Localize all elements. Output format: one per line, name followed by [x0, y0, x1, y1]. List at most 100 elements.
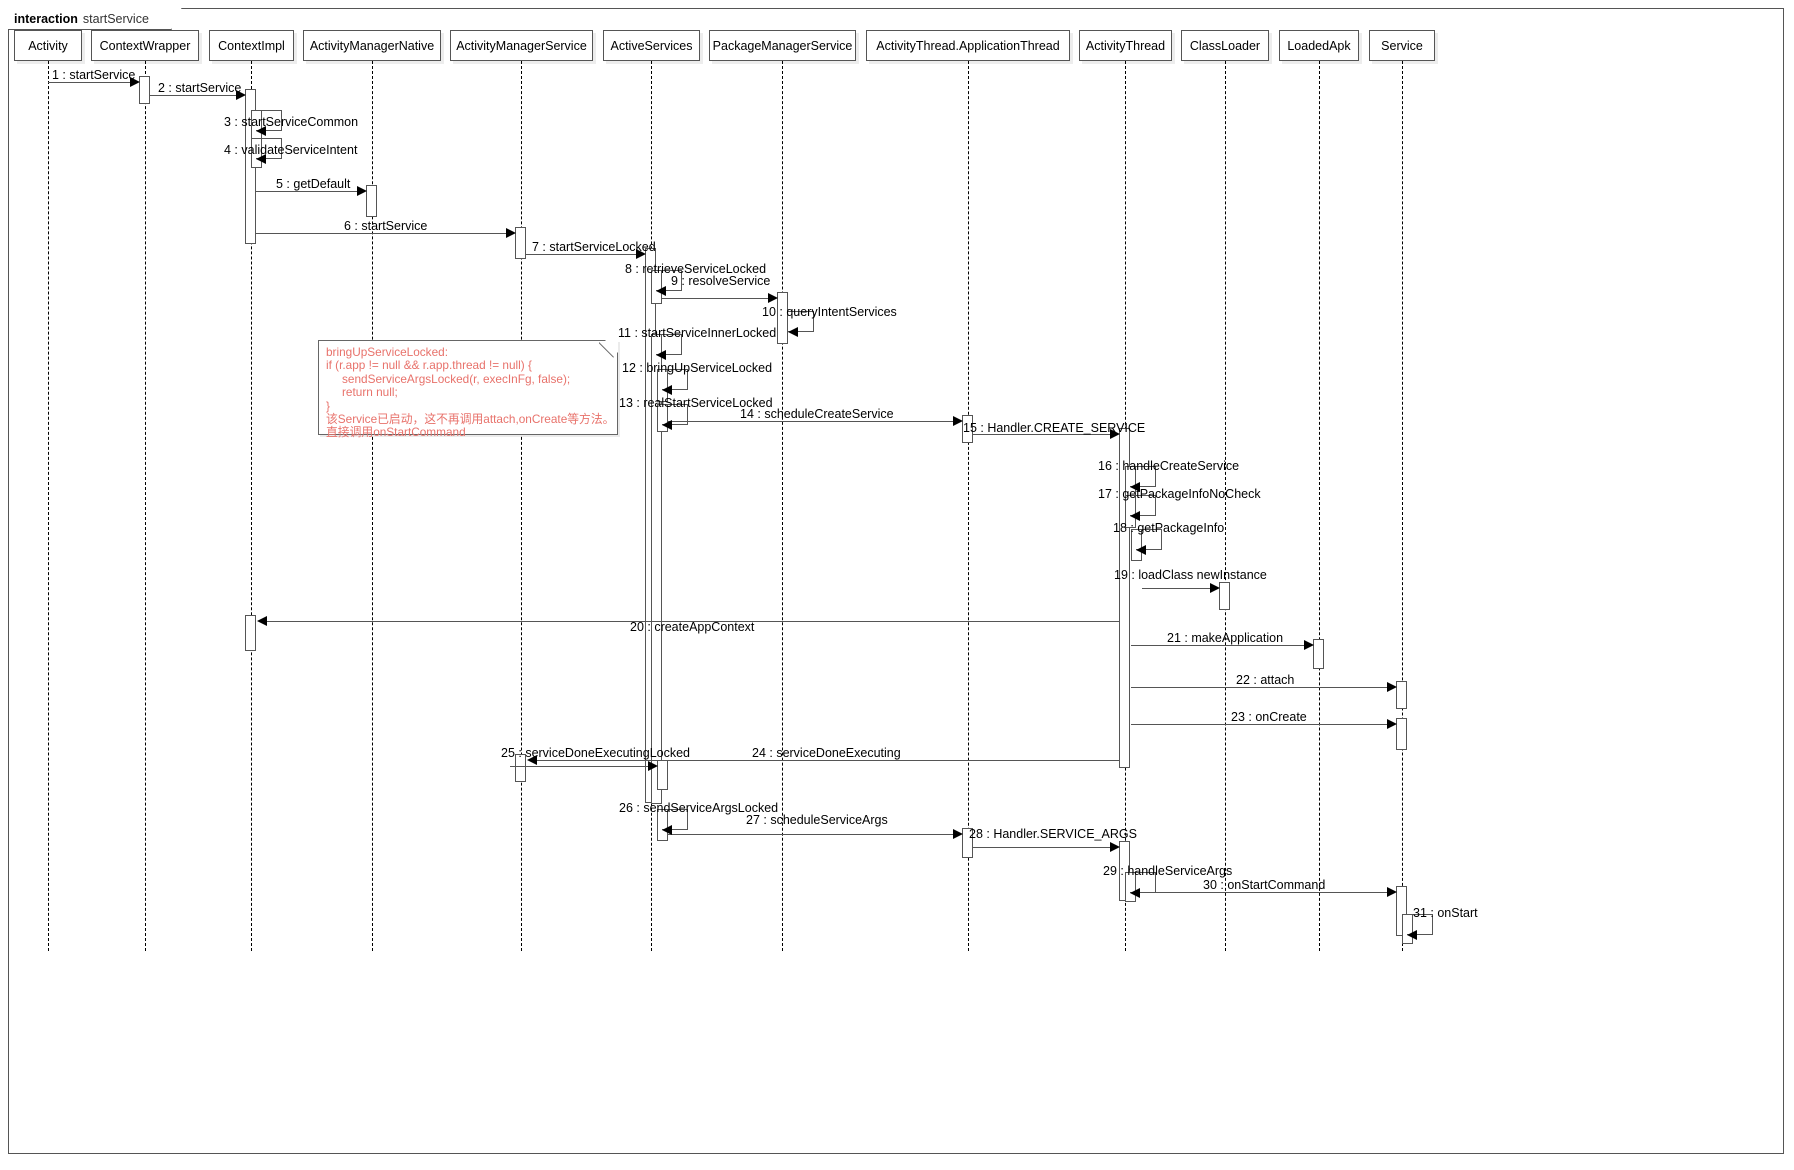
message-label-28: 28 : Handler.SERVICE_ARGS	[969, 827, 1137, 841]
message-line-19	[1142, 588, 1212, 589]
activation-bar	[1396, 681, 1407, 709]
message-label-24: 24 : serviceDoneExecuting	[752, 746, 901, 760]
participant-label: Activity	[28, 38, 68, 53]
message-arrow-11	[656, 350, 666, 360]
lifeline-activity	[48, 61, 49, 951]
message-arrow-23	[1387, 719, 1397, 729]
participant-label: ContextImpl	[218, 38, 285, 53]
frame-keyword: interaction	[14, 11, 78, 26]
activation-bar	[366, 185, 377, 217]
activation-bar	[139, 76, 150, 104]
message-label-6: 6 : startService	[344, 219, 428, 233]
message-arrow-25	[648, 761, 658, 771]
note-line: return null;	[342, 385, 398, 400]
message-label-11: 11 : startServiceInnerLocked	[618, 326, 777, 340]
message-label-3: 3 : startServiceCommon	[224, 115, 359, 129]
message-arrow-12	[662, 385, 672, 395]
participant-activitymanagerservice[interactable]: ActivityManagerService	[450, 30, 593, 61]
participant-classloader[interactable]: ClassLoader	[1181, 30, 1269, 61]
message-label-5: 5 : getDefault	[276, 177, 351, 191]
participant-loadedapk[interactable]: LoadedApk	[1279, 30, 1359, 61]
lifeline-service	[1402, 61, 1403, 951]
message-arrow-21	[1304, 640, 1314, 650]
lifeline-loadedapk	[1319, 61, 1320, 951]
activation-bar	[1313, 639, 1324, 669]
participant-label: ClassLoader	[1189, 38, 1261, 53]
note-line: 该Service已启动，这不再调用attach,onCreate等方法。	[326, 412, 615, 427]
activation-bar	[1396, 718, 1407, 750]
participant-contextwrapper[interactable]: ContextWrapper	[91, 30, 199, 61]
participant-label: ActivityManagerNative	[309, 38, 435, 53]
participant-label: PackageManagerService	[712, 38, 853, 53]
participant-activitythread[interactable]: ActivityThread	[1079, 30, 1172, 61]
participant-label: ContextWrapper	[99, 38, 191, 53]
diagram-frame	[8, 8, 1784, 1154]
message-line-2	[150, 95, 238, 96]
message-label-18: 18 : getPackageInfo	[1113, 521, 1225, 535]
message-line-7	[526, 254, 638, 255]
participant-label: LoadedApk	[1287, 38, 1351, 53]
participant-activitymanagernative[interactable]: ActivityManagerNative	[303, 30, 441, 61]
message-arrow-28	[1110, 842, 1120, 852]
participant-label: ActiveServices	[610, 38, 693, 53]
participant-appthread[interactable]: ActivityThread.ApplicationThread	[866, 30, 1070, 61]
message-arrow-17	[1130, 511, 1140, 521]
participant-contextimpl[interactable]: ContextImpl	[209, 30, 294, 61]
message-label-22: 22 : attach	[1236, 673, 1295, 687]
message-label-31: 31 : onStart	[1413, 906, 1478, 920]
message-arrow-18	[1136, 545, 1146, 555]
message-arrow-10	[788, 327, 798, 337]
message-arrow-8	[656, 286, 666, 296]
activation-bar	[515, 227, 526, 259]
note-line: 直接调用onStartCommand	[326, 425, 466, 440]
message-arrow-31	[1407, 930, 1417, 940]
message-arrow-19	[1210, 583, 1220, 593]
note-line: if (r.app != null && r.app.thread != nul…	[326, 358, 532, 373]
message-label-19: 19 : loadClass newInstance	[1114, 568, 1267, 582]
message-label-27: 27 : scheduleServiceArgs	[746, 813, 888, 827]
activation-bar	[1219, 582, 1230, 610]
activation-bar	[657, 760, 668, 790]
message-line-28	[973, 847, 1112, 848]
message-line-22	[1131, 687, 1389, 688]
note-text-content: bringUpServiceLocked: if (r.app != null &…	[326, 345, 615, 440]
participant-label: ActivityManagerService	[456, 38, 587, 53]
message-line-5	[256, 191, 359, 192]
participant-packagemanagerservice[interactable]: PackageManagerService	[709, 30, 856, 61]
participant-label: Service	[1381, 38, 1423, 53]
message-line-6	[256, 233, 508, 234]
participant-service[interactable]: Service	[1369, 30, 1435, 61]
message-label-30: 30 : onStartCommand	[1203, 878, 1326, 892]
message-arrow-22	[1387, 682, 1397, 692]
message-label-25: 25 : serviceDoneExecutingLocked	[501, 746, 691, 760]
code-note-box: bringUpServiceLocked: if (r.app != null &…	[318, 340, 618, 439]
participant-label: ActivityThread.ApplicationThread	[876, 38, 1060, 53]
sequence-diagram-canvas: interaction startService Activity Context…	[0, 0, 1794, 1170]
message-arrow-20	[257, 616, 267, 626]
message-line-30	[1137, 892, 1389, 893]
message-label-14: 14 : scheduleCreateService	[740, 407, 894, 421]
note-folded-corner-edge	[599, 340, 618, 359]
message-arrow-14	[953, 416, 963, 426]
note-line: bringUpServiceLocked:	[326, 345, 448, 359]
message-label-10: 10 : queryIntentServices	[762, 305, 897, 319]
message-label-17: 17 : getPackageInfoNoCheck	[1098, 487, 1261, 501]
note-line: sendServiceArgsLocked(r, execInFg, false…	[342, 371, 571, 386]
message-arrow-26	[662, 825, 672, 835]
message-arrow-6	[506, 228, 516, 238]
message-line-14	[668, 421, 955, 422]
message-label-29: 29 : handleServiceArgs	[1103, 864, 1233, 878]
message-line-25	[510, 766, 650, 767]
message-label-23: 23 : onCreate	[1231, 710, 1307, 724]
lifeline-classloader	[1225, 61, 1226, 951]
message-line-24	[535, 760, 1119, 761]
message-arrow-30	[1387, 887, 1397, 897]
message-arrow-27	[953, 829, 963, 839]
message-arrow-5	[357, 186, 367, 196]
message-label-9: 9 : resolveService	[671, 274, 771, 288]
participant-activity[interactable]: Activity	[14, 30, 82, 61]
activation-bar	[245, 615, 256, 651]
message-arrow-13	[662, 420, 672, 430]
participant-activeservices[interactable]: ActiveServices	[603, 30, 700, 61]
message-line-27	[668, 834, 955, 835]
